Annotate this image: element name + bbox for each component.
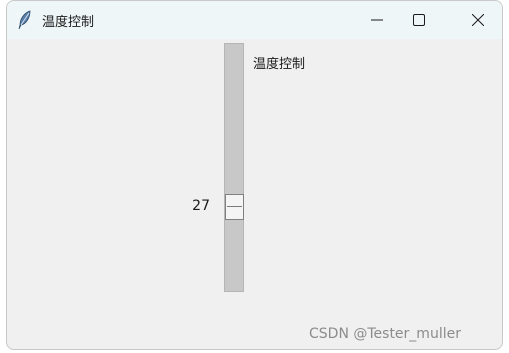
maximize-icon [413,14,425,26]
feather-icon [17,10,33,30]
minimize-icon [371,19,383,21]
minimize-button[interactable] [354,1,400,39]
close-icon [472,14,484,26]
scale-slider-thumb[interactable] [225,194,244,221]
app-window: 温度控制 温度控制 27 CSDN @Tester_muller [6,0,503,350]
watermark-text: CSDN @Tester_muller [309,326,461,342]
close-button[interactable] [455,1,501,39]
scale-trough[interactable] [224,43,244,292]
scale-value: 27 [192,198,210,215]
window-title: 温度控制 [42,15,95,30]
maximize-button[interactable] [396,1,442,39]
title-bar[interactable]: 温度控制 [7,1,502,39]
scale-label: 温度控制 [253,57,306,72]
